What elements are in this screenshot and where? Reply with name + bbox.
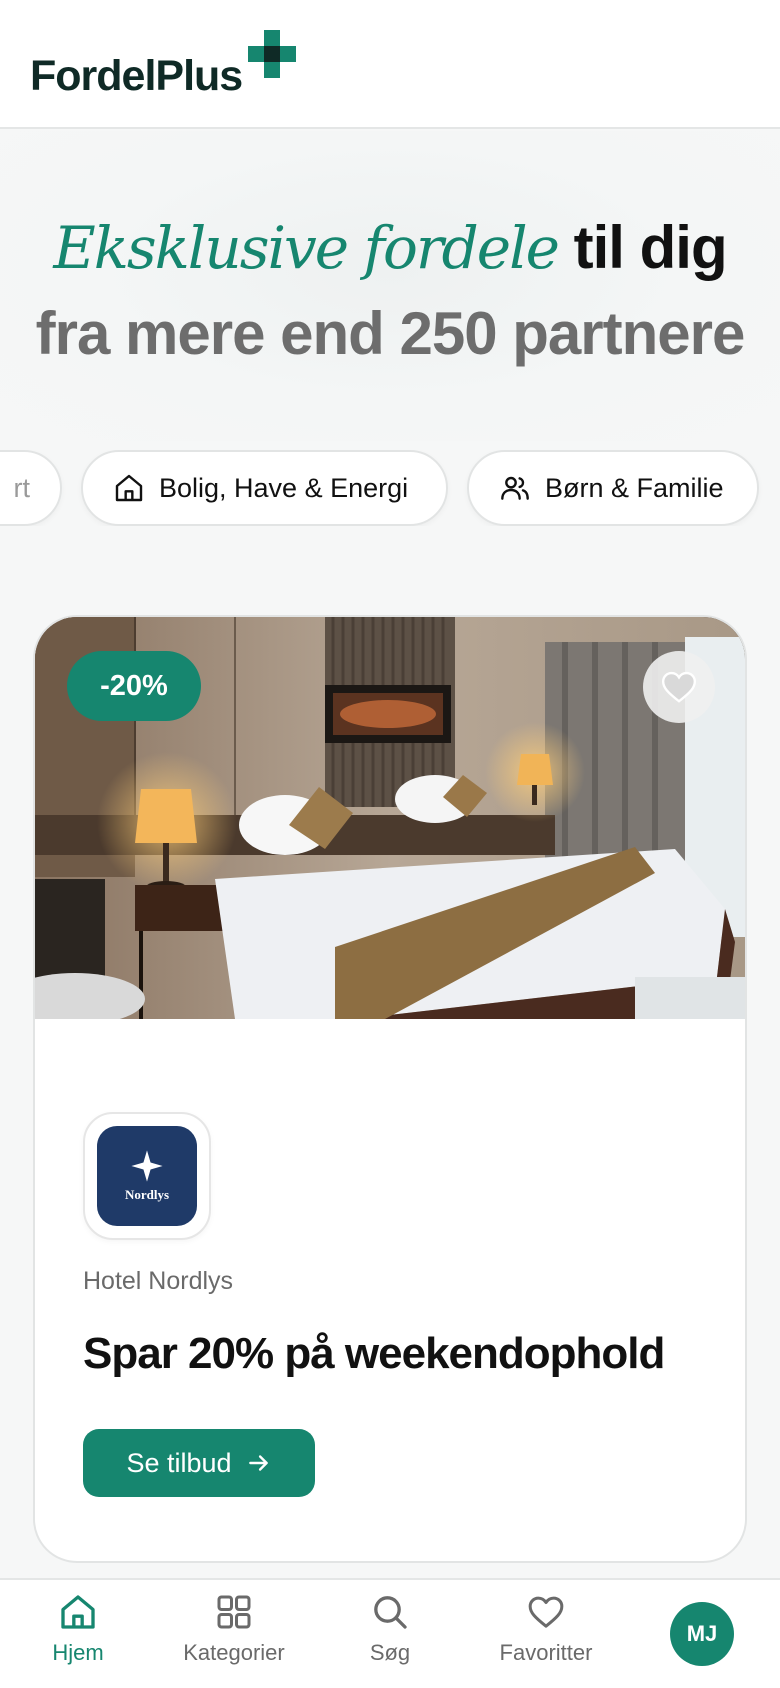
hotel-room-image: -20% [35,617,745,1019]
hero-heading-rest: til dig [557,214,728,281]
home-icon [61,1595,95,1629]
heart-icon [661,671,697,703]
house-icon [115,474,143,502]
offer-card[interactable]: -20% Nordlys Hotel Nordlys Spar 20% på w… [33,615,747,1563]
favorite-button[interactable] [643,651,715,723]
fordelplus-logo[interactable]: FordelPlus [30,30,300,100]
partner-name: Hotel Nordlys [83,1267,234,1295]
see-offer-label: Se tilbud [126,1447,232,1478]
grid-icon [217,1595,251,1629]
nav-label: Hjem [52,1640,104,1665]
app-header: FordelPlus [0,0,780,129]
nordlys-logo-text: Nordlys [124,1187,170,1202]
hero-heading-line2: fra mere end 250 partnere [35,300,746,367]
nav-item-hjem[interactable]: Hjem [0,1592,156,1682]
logo-cross-icon [248,30,296,78]
search-icon [374,1596,407,1629]
category-chip-row: rt Bolig, Have & Energi Børn & Familie [0,450,780,526]
category-chip-born-familie[interactable]: Børn & Familie [467,450,759,526]
chip-label: rt [13,472,31,503]
nav-label: Søg [369,1640,411,1665]
heart-icon [528,1596,564,1628]
chip-label: Bolig, Have & Energi [159,472,409,503]
offer-title: Spar 20% på weekendophold [83,1329,665,1378]
hero-heading-line1: Eksklusive fordele til dig [0,211,780,285]
people-icon [501,476,529,500]
nav-item-kategorier[interactable]: Kategorier [156,1592,312,1682]
nordlys-logo: Nordlys [97,1126,197,1226]
category-chip-partial[interactable]: rt [0,450,62,526]
nav-item-sog[interactable]: Søg [312,1592,468,1682]
logo-text: FordelPlus [30,52,243,100]
nav-label: Favoritter [499,1640,593,1665]
profile-avatar[interactable]: MJ [670,1602,734,1666]
nav-item-favoritter[interactable]: Favoritter [468,1592,624,1682]
nav-label: Kategorier [183,1640,285,1665]
partner-logo: Nordlys [83,1112,211,1240]
bottom-navigation: Hjem Kategorier Søg Favoritter MJ [0,1578,780,1688]
star-sparkle-icon [131,1150,163,1182]
hero-accent-text: Eksklusive fordele [53,214,560,282]
category-chip-bolig[interactable]: Bolig, Have & Energi [81,450,448,526]
chip-label: Børn & Familie [545,472,724,503]
discount-badge: -20% [67,651,201,721]
see-offer-button[interactable]: Se tilbud [83,1429,315,1497]
arrow-right-icon [248,1455,268,1471]
hero-section: Eksklusive fordele til dig fra mere end … [0,131,780,441]
